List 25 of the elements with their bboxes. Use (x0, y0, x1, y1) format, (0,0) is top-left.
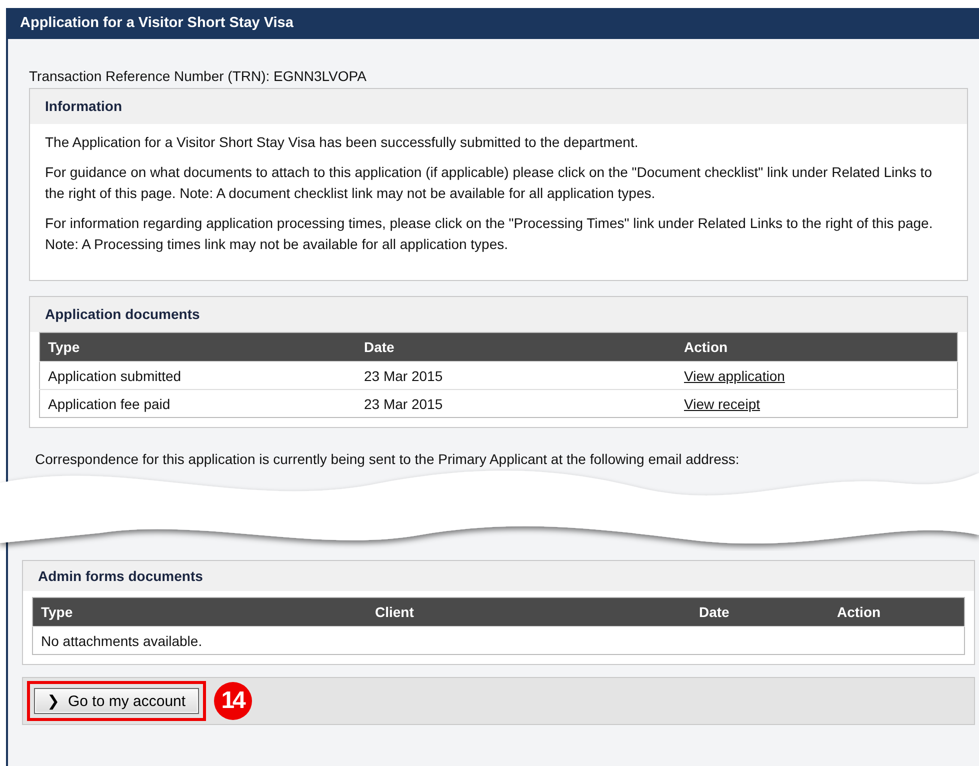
column-header: Action (829, 598, 964, 626)
column-header: Client (367, 598, 691, 626)
column-header: Action (676, 332, 958, 362)
window-title: Application for a Visitor Short Stay Visa (6, 8, 979, 39)
action-link[interactable]: View receipt (684, 396, 760, 412)
reference-number: Transaction Reference Number (TRN): EGNN3LVOPA (28, 67, 368, 86)
correspondence-text: Correspondence for this application is currently being sent to the Primary Applicant at the following email address: (34, 450, 740, 469)
column-header: Date (356, 332, 676, 362)
step-badge: 14 (214, 682, 252, 720)
table-cell: Application fee paid (40, 390, 356, 418)
panel-heading: Application documents (30, 297, 967, 332)
info-paragraph: For information regarding application processing times, please click on the "Processing Times" link under Related Links to the right of this page. Note: A Processing times link may not be available for all application types. (45, 214, 934, 254)
info-paragraph: The Application for a Visitor Short Stay Visa has been successfully submitted to the department. (45, 133, 640, 152)
table-cell: 23 Mar 2015 (356, 362, 676, 390)
panel-heading: Admin forms documents (23, 561, 974, 591)
table-cell: 23 Mar 2015 (356, 390, 676, 418)
column-header: Type (40, 332, 356, 362)
table-cell: Application submitted (40, 362, 356, 390)
panel-heading: Information (30, 89, 967, 124)
account-button[interactable]: ❯ Go to my account (34, 688, 199, 714)
empty-message: No attachments available. (32, 626, 964, 654)
column-header: Date (691, 598, 829, 626)
column-header: Type (32, 598, 367, 626)
action-link[interactable]: View application (684, 368, 785, 384)
info-paragraph: For guidance on what documents to attach to this application (if applicable) please click on the "Document checklist" link under Related Links to the right of this page. Note: A document checklist link may not be available for all application types. (45, 163, 933, 203)
